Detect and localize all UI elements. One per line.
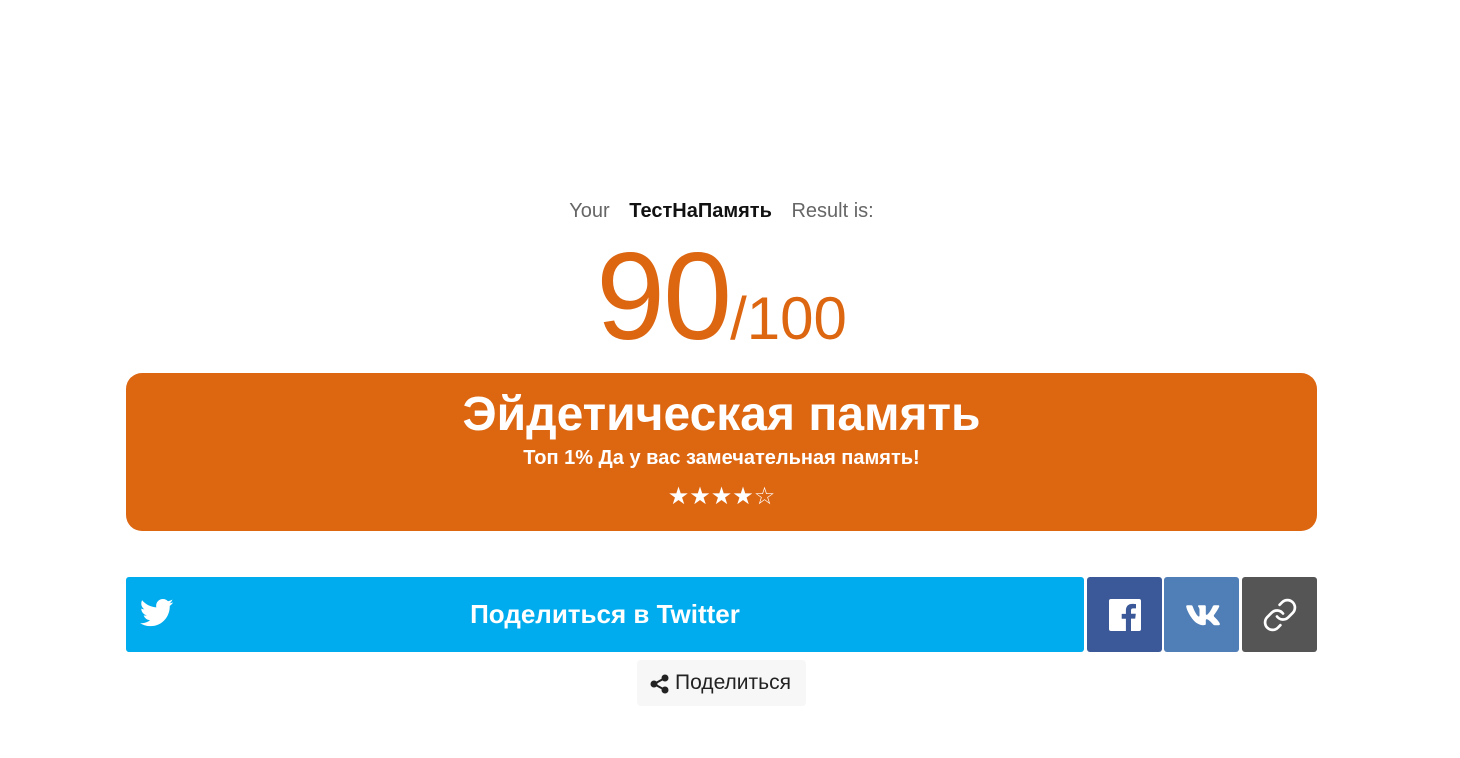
result-prefix: Your	[569, 200, 610, 222]
vk-share-button[interactable]	[1164, 577, 1239, 652]
result-description: Топ 1% Да у вас замечательная память!	[523, 447, 920, 469]
result-card: Эйдетическая память Топ 1% Да у вас заме…	[126, 373, 1317, 531]
facebook-share-button[interactable]	[1087, 577, 1162, 652]
native-share-button[interactable]: Поделиться	[637, 660, 806, 706]
facebook-icon	[1108, 598, 1141, 631]
result-suffix: Result is:	[791, 200, 874, 222]
quiz-result-page: Your ТестНаПамять Result is: 90/100 Эйде…	[0, 0, 1460, 758]
link-icon	[1263, 598, 1296, 631]
twitter-share-button[interactable]: Поделиться в Twitter	[126, 577, 1084, 652]
score-value: 90	[596, 228, 732, 366]
share-icon	[650, 674, 669, 694]
score-max: /100	[730, 285, 847, 352]
result-heading: Your ТестНаПамять Result is:	[0, 198, 1443, 224]
vk-icon	[1185, 604, 1220, 625]
star-rating: ★★★★☆	[667, 482, 776, 510]
twitter-share-label: Поделиться в Twitter	[470, 599, 740, 629]
quiz-name: ТестНаПамять	[629, 200, 772, 222]
score-display: 90/100	[0, 232, 1443, 362]
result-title: Эйдетическая память	[462, 388, 981, 441]
copy-link-button[interactable]	[1242, 577, 1317, 652]
native-share-label: Поделиться	[675, 671, 791, 694]
